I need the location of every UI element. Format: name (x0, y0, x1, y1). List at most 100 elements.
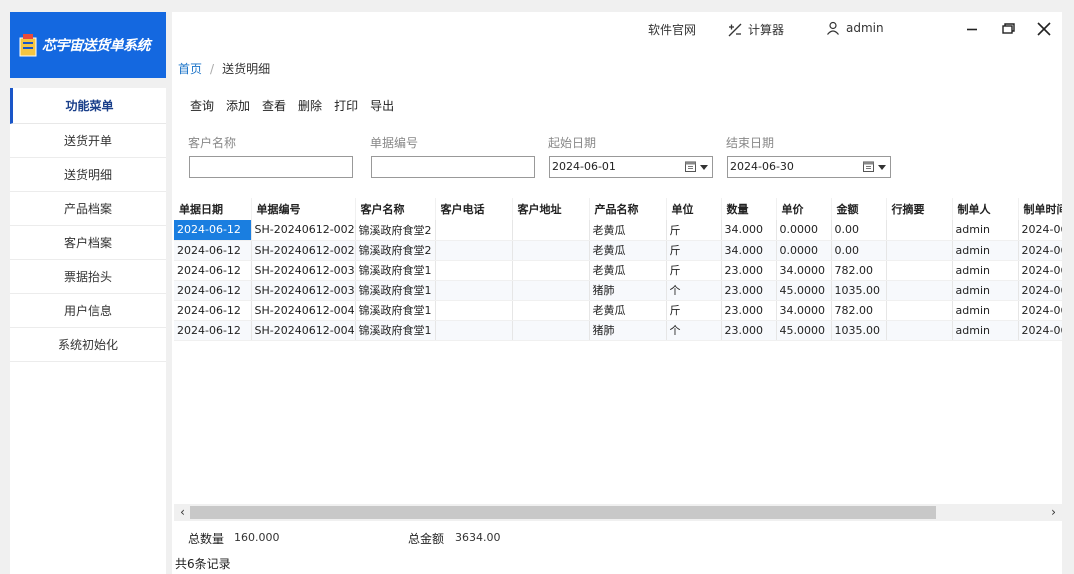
cell-creator[interactable]: admin (952, 260, 1019, 281)
col-header-amount[interactable]: 金额 (831, 198, 887, 220)
cell-address[interactable] (512, 320, 590, 341)
query-button[interactable]: 查询 (190, 97, 214, 114)
cell-date[interactable]: 2024-06-12 (174, 320, 252, 341)
sidebar-item-customers[interactable]: 客户档案 (10, 226, 166, 260)
cell-amount[interactable]: 0.00 (831, 240, 887, 261)
cell-price[interactable]: 0.0000 (776, 220, 832, 241)
col-header-qty[interactable]: 数量 (721, 198, 777, 220)
cell-customer[interactable]: 锦溪政府食堂1 (355, 260, 436, 281)
cell-created-time[interactable]: 2024-06-12 (1018, 300, 1062, 321)
col-header-creator[interactable]: 制单人 (952, 198, 1019, 220)
cell-amount[interactable]: 782.00 (831, 260, 887, 281)
breadcrumb-home[interactable]: 首页 (178, 62, 202, 76)
cell-unit[interactable]: 个 (666, 280, 722, 301)
cell-created-time[interactable]: 2024-06-12 (1018, 240, 1062, 261)
cell-amount[interactable]: 0.00 (831, 220, 887, 241)
col-header-address[interactable]: 客户地址 (512, 198, 590, 220)
view-button[interactable]: 查看 (262, 97, 286, 114)
cell-phone[interactable] (435, 320, 513, 341)
cell-qty[interactable]: 23.000 (721, 260, 777, 281)
cell-customer[interactable]: 锦溪政府食堂1 (355, 300, 436, 321)
cell-note[interactable] (886, 240, 953, 261)
sidebar-item-delivery-create[interactable]: 送货开单 (10, 124, 166, 158)
export-button[interactable]: 导出 (370, 97, 394, 114)
cell-created-time[interactable]: 2024-06-12 (1018, 260, 1062, 281)
col-header-product[interactable]: 产品名称 (589, 198, 667, 220)
cell-note[interactable] (886, 260, 953, 281)
cell-phone[interactable] (435, 280, 513, 301)
doc-no-input[interactable] (371, 156, 535, 178)
sidebar-item-user-info[interactable]: 用户信息 (10, 294, 166, 328)
cell-product[interactable]: 猪肺 (589, 280, 667, 301)
cell-creator[interactable]: admin (952, 320, 1019, 341)
customer-input[interactable] (189, 156, 353, 178)
print-button[interactable]: 打印 (334, 97, 358, 114)
cell-customer[interactable]: 锦溪政府食堂2 (355, 240, 436, 261)
table-row[interactable]: 2024-06-12 SH-20240612-002 锦溪政府食堂2 老黄瓜斤 34.0… (174, 220, 1062, 241)
cell-qty[interactable]: 34.000 (721, 220, 777, 241)
cell-note[interactable] (886, 280, 953, 301)
cell-phone[interactable] (435, 300, 513, 321)
cell-qty[interactable]: 23.000 (721, 300, 777, 321)
cell-unit[interactable]: 个 (666, 320, 722, 341)
col-header-note[interactable]: 行摘要 (886, 198, 953, 220)
cell-qty[interactable]: 23.000 (721, 320, 777, 341)
scroll-left-arrow-icon[interactable]: ‹ (174, 504, 191, 521)
cell-creator[interactable]: admin (952, 240, 1019, 261)
col-header-unit[interactable]: 单位 (666, 198, 722, 220)
sidebar-item-system-init[interactable]: 系统初始化 (10, 328, 166, 362)
cell-note[interactable] (886, 300, 953, 321)
cell-address[interactable] (512, 280, 590, 301)
cell-doc-no[interactable]: SH-20240612-003 (251, 280, 356, 301)
cell-product[interactable]: 老黄瓜 (589, 300, 667, 321)
cell-address[interactable] (512, 300, 590, 321)
cell-created-time[interactable]: 2024-06-12 (1018, 320, 1062, 341)
cell-amount[interactable]: 782.00 (831, 300, 887, 321)
sidebar-item-products[interactable]: 产品档案 (10, 192, 166, 226)
cell-created-time[interactable]: 2024-06-12 (1018, 220, 1062, 241)
col-header-customer[interactable]: 客户名称 (355, 198, 436, 220)
end-date-picker[interactable]: 2024-06-30 (727, 156, 891, 178)
sidebar-item-invoice-header[interactable]: 票据抬头 (10, 260, 166, 294)
cell-unit[interactable]: 斤 (666, 260, 722, 281)
user-menu[interactable]: admin (826, 21, 884, 35)
delete-button[interactable]: 删除 (298, 97, 322, 114)
maximize-button[interactable] (998, 19, 1018, 39)
cell-product[interactable]: 老黄瓜 (589, 260, 667, 281)
cell-unit[interactable]: 斤 (666, 300, 722, 321)
cell-phone[interactable] (435, 220, 513, 241)
cell-address[interactable] (512, 220, 590, 241)
cell-note[interactable] (886, 320, 953, 341)
cell-doc-no[interactable]: SH-20240612-003 (251, 260, 356, 281)
cell-creator[interactable]: admin (952, 220, 1019, 241)
cell-date[interactable]: 2024-06-12 (174, 300, 252, 321)
table-row[interactable]: 2024-06-12 SH-20240612-004 锦溪政府食堂1 老黄瓜斤 23.0… (174, 300, 1062, 321)
col-header-date[interactable]: 单据日期 (174, 198, 252, 220)
cell-unit[interactable]: 斤 (666, 240, 722, 261)
cell-address[interactable] (512, 260, 590, 281)
table-row[interactable]: 2024-06-12 SH-20240612-003 锦溪政府食堂1 老黄瓜斤 23.0… (174, 260, 1062, 281)
cell-date[interactable]: 2024-06-12 (174, 260, 252, 281)
scroll-right-arrow-icon[interactable]: › (1045, 504, 1062, 521)
cell-product[interactable]: 老黄瓜 (589, 220, 667, 241)
website-link[interactable]: 软件官网 (648, 21, 696, 38)
table-row[interactable]: 2024-06-12 SH-20240612-002 锦溪政府食堂2 老黄瓜斤 34.0… (174, 240, 1062, 261)
cell-creator[interactable]: admin (952, 280, 1019, 301)
cell-creator[interactable]: admin (952, 300, 1019, 321)
add-button[interactable]: 添加 (226, 97, 250, 114)
col-header-created-time[interactable]: 制单时间 (1018, 198, 1062, 220)
cell-price[interactable]: 34.0000 (776, 260, 832, 281)
cell-note[interactable] (886, 220, 953, 241)
cell-qty[interactable]: 34.000 (721, 240, 777, 261)
cell-qty[interactable]: 23.000 (721, 280, 777, 301)
cell-price[interactable]: 0.0000 (776, 240, 832, 261)
cell-customer[interactable]: 锦溪政府食堂1 (355, 320, 436, 341)
minimize-button[interactable] (962, 19, 982, 39)
cell-product[interactable]: 老黄瓜 (589, 240, 667, 261)
col-header-doc-no[interactable]: 单据编号 (251, 198, 356, 220)
cell-price[interactable]: 45.0000 (776, 280, 832, 301)
cell-product[interactable]: 猪肺 (589, 320, 667, 341)
cell-date[interactable]: 2024-06-12 (174, 220, 252, 241)
cell-doc-no[interactable]: SH-20240612-002 (251, 220, 356, 241)
table-row[interactable]: 2024-06-12 SH-20240612-004 锦溪政府食堂1 猪肺个 23.00… (174, 320, 1062, 341)
